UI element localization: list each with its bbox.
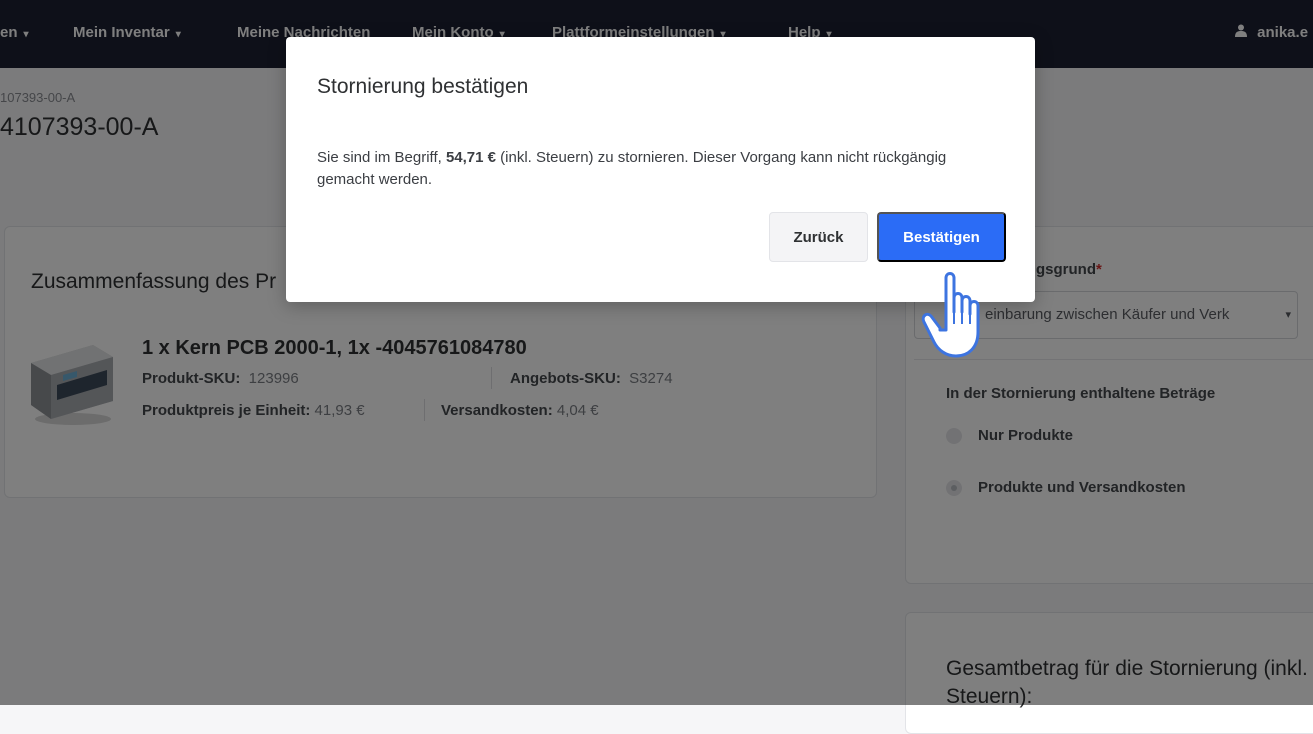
back-button[interactable]: Zurück [769, 212, 868, 262]
dialog-message-start: Sie sind im Begriff, [317, 149, 446, 166]
dialog-amount: 54,71 € [445, 149, 496, 166]
confirm-cancellation-dialog: Stornierung bestätigen Sie sind im Begri… [286, 37, 1035, 302]
confirm-button[interactable]: Bestätigen [877, 212, 1006, 262]
dialog-title: Stornierung bestätigen [317, 75, 529, 98]
pointer-hand-icon [921, 272, 980, 358]
dialog-message: Sie sind im Begriff, 54,71 € (inkl. Steu… [317, 147, 997, 191]
